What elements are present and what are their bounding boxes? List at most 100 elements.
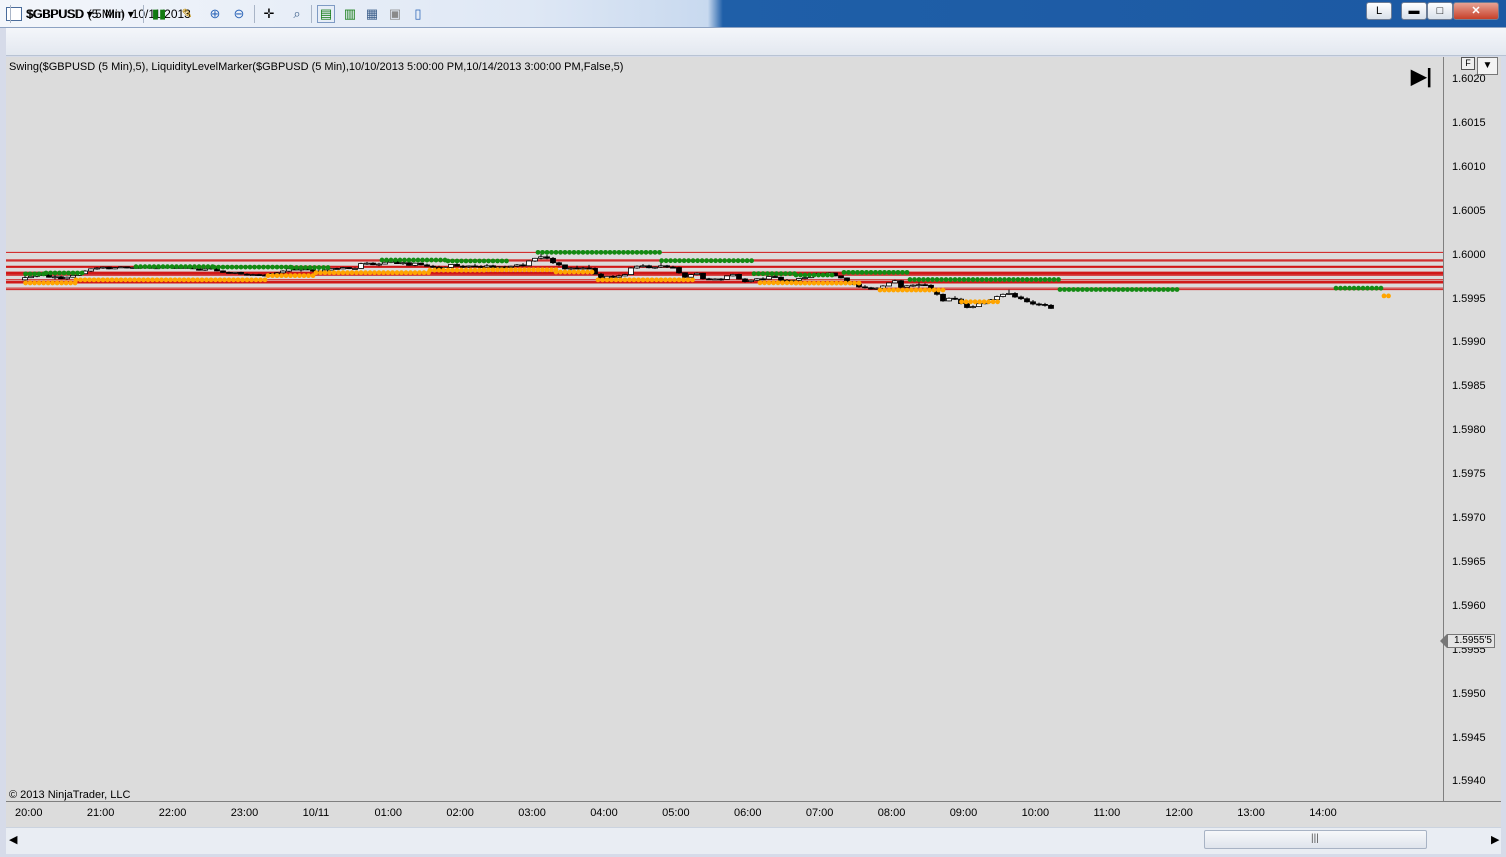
candle-body bbox=[748, 279, 754, 282]
draw-pencil-icon[interactable]: ✎ bbox=[178, 5, 196, 23]
swing-high-dot bbox=[984, 277, 989, 282]
swing-low-dot bbox=[636, 277, 641, 283]
swing-low-dot bbox=[940, 287, 946, 293]
swing-low-dot bbox=[816, 280, 821, 286]
time-tick-label: 21:00 bbox=[86, 807, 115, 819]
data-box-icon[interactable]: ⌕ bbox=[288, 5, 306, 23]
candle-body bbox=[94, 267, 100, 270]
minimize-button[interactable]: ▬ bbox=[1401, 2, 1427, 20]
swing-high-dot bbox=[138, 264, 143, 270]
swing-high-dot bbox=[672, 258, 678, 264]
instrument-selector[interactable]: $GBPUSD ▾ bbox=[26, 5, 93, 23]
close-button[interactable]: ✕ bbox=[1453, 2, 1499, 20]
candle-body bbox=[892, 280, 898, 284]
swing-high-dot bbox=[900, 269, 905, 275]
swing-high-dot bbox=[778, 271, 784, 277]
swing-low-dot bbox=[927, 287, 932, 293]
candle-body bbox=[88, 268, 94, 272]
swing-low-dot bbox=[240, 277, 245, 283]
interval-selector[interactable]: 5 Min ▾ bbox=[95, 5, 134, 23]
swing-high-dot bbox=[133, 264, 139, 270]
candle-body bbox=[112, 267, 118, 270]
swing-high-dot bbox=[220, 264, 226, 270]
crosshair-icon[interactable]: ✛ bbox=[260, 5, 278, 23]
candle-body bbox=[946, 297, 952, 302]
candle-body bbox=[994, 296, 1000, 300]
price-tick-label: 1.6020 bbox=[1452, 73, 1486, 85]
swing-high-dot bbox=[283, 264, 289, 270]
swing-low-dot bbox=[336, 270, 341, 276]
swing-high-dot bbox=[424, 257, 430, 263]
swing-low-dot bbox=[82, 277, 88, 283]
swing-high-dot bbox=[420, 257, 425, 263]
swing-high-dot bbox=[1042, 277, 1048, 282]
strategies-icon[interactable]: ▥ bbox=[341, 5, 359, 23]
candle-body bbox=[226, 271, 232, 274]
swing-low-dot bbox=[288, 273, 293, 279]
swing-high-dot bbox=[238, 264, 244, 270]
scroll-left-arrow-icon[interactable]: ◀ bbox=[9, 833, 17, 846]
swing-high-dot bbox=[1347, 285, 1352, 291]
swing-low-dot bbox=[204, 277, 209, 283]
swing-low-dot bbox=[177, 277, 182, 283]
swing-low-dot bbox=[208, 277, 214, 283]
swing-high-dot bbox=[553, 249, 559, 255]
candle-body bbox=[472, 265, 478, 268]
swing-low-dot bbox=[73, 277, 79, 283]
scroll-right-arrow-icon[interactable]: ▶ bbox=[1491, 833, 1499, 846]
zoom-out-icon[interactable]: ⊖ bbox=[230, 5, 248, 23]
bar-type-icon[interactable]: ▮▮ bbox=[150, 5, 168, 23]
toolbar-separator bbox=[143, 5, 144, 23]
swing-high-dot bbox=[1080, 287, 1085, 292]
candle-body bbox=[580, 267, 586, 270]
candle-body bbox=[1018, 296, 1024, 300]
swing-high-dot bbox=[178, 264, 184, 270]
chart-trader-icon[interactable]: ▣ bbox=[386, 5, 404, 23]
swing-low-dot bbox=[403, 270, 409, 276]
swing-low-dot bbox=[145, 277, 151, 283]
swing-high-dot bbox=[562, 249, 568, 255]
swing-high-dot bbox=[79, 270, 85, 276]
swing-high-dot bbox=[406, 257, 412, 263]
swing-high-dot bbox=[1051, 277, 1057, 282]
swing-low-dot bbox=[292, 273, 298, 279]
swing-low-dot bbox=[279, 273, 284, 279]
swing-high-dot bbox=[708, 258, 714, 264]
swing-high-dot bbox=[1038, 277, 1043, 282]
indicators-icon[interactable]: ▤ bbox=[317, 5, 335, 23]
properties-icon[interactable]: ▦ bbox=[363, 5, 381, 23]
chevron-down-icon: ▾ bbox=[86, 7, 93, 21]
candle-body bbox=[280, 270, 286, 274]
swing-low-dot bbox=[856, 280, 862, 286]
price-chart[interactable] bbox=[6, 57, 1443, 801]
swing-high-dot bbox=[1152, 287, 1157, 292]
candle-body bbox=[976, 303, 982, 308]
fix-scale-button[interactable]: F bbox=[1461, 57, 1475, 70]
swing-high-dot bbox=[1071, 287, 1076, 292]
link-button[interactable]: L bbox=[1366, 2, 1392, 20]
swing-high-dot bbox=[270, 264, 275, 270]
swing-high-dot bbox=[468, 258, 473, 264]
swing-high-dot bbox=[1374, 285, 1379, 291]
candle-body bbox=[544, 256, 550, 259]
toolbar bbox=[0, 28, 1506, 56]
swing-high-dot bbox=[1107, 287, 1112, 292]
candle-body bbox=[478, 266, 484, 268]
swing-low-dot bbox=[663, 277, 668, 283]
swing-high-dot bbox=[970, 277, 976, 282]
swing-low-dot bbox=[549, 267, 554, 273]
maximize-button[interactable]: □ bbox=[1427, 2, 1453, 20]
zoom-in-icon[interactable]: ⊕ bbox=[206, 5, 224, 23]
time-tick-label: 05:00 bbox=[662, 807, 690, 819]
panel-icon[interactable]: ▯ bbox=[409, 5, 427, 23]
candle-body bbox=[376, 263, 382, 266]
candle-body bbox=[718, 278, 724, 281]
swing-high-dot bbox=[704, 258, 709, 264]
scroll-to-end-icon[interactable]: ▶| bbox=[1411, 64, 1437, 88]
swing-low-dot bbox=[96, 277, 101, 283]
swing-low-dot bbox=[87, 277, 92, 283]
swing-high-dot bbox=[975, 277, 980, 282]
swing-high-dot bbox=[463, 258, 469, 264]
swing-low-dot bbox=[195, 277, 200, 283]
toolbar-separator bbox=[311, 5, 312, 23]
